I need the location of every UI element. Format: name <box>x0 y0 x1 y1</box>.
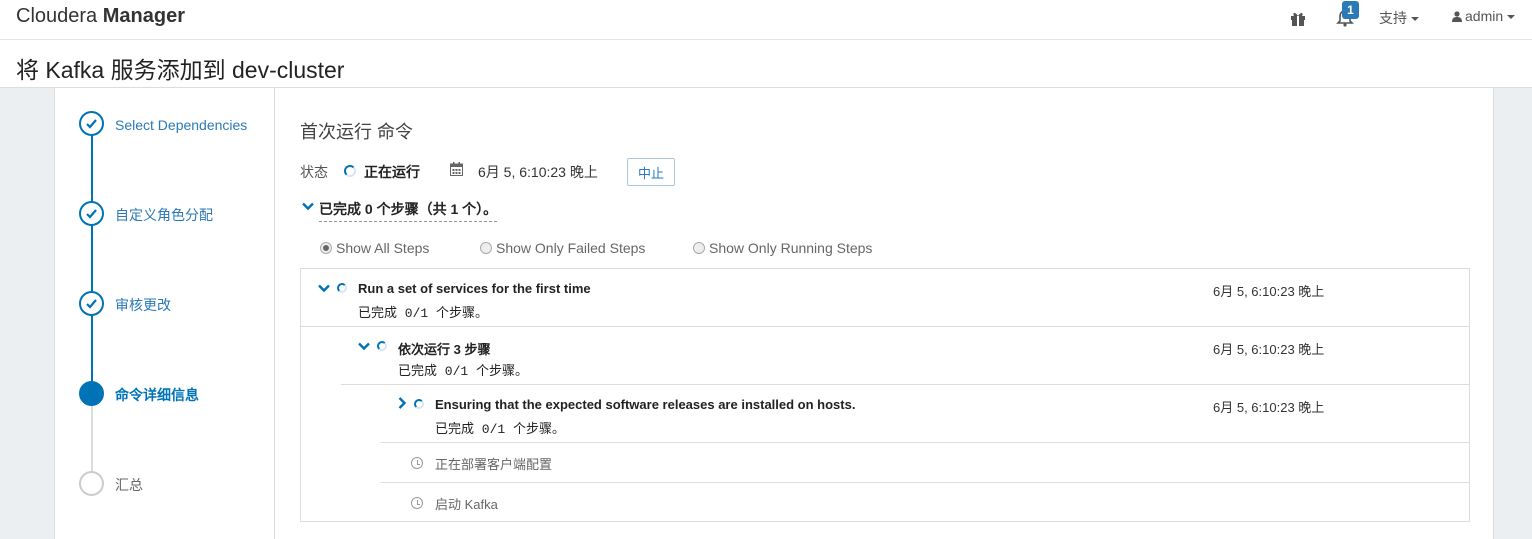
step-name: Run a set of services for the first time <box>358 281 591 296</box>
filter-all-label: Show All Steps <box>336 240 430 256</box>
active-step-icon <box>79 381 104 406</box>
status-label: 状态 <box>300 164 328 180</box>
step-name: 正在部署客户端配置 <box>435 457 553 472</box>
abort-button[interactable]: 中止 <box>627 158 675 186</box>
step-row: Ensuring that the expected software rele… <box>301 385 1469 443</box>
clock-icon <box>411 497 423 509</box>
gift-icon[interactable] <box>1290 10 1306 26</box>
wizard-progress-line <box>91 124 93 394</box>
app-logo[interactable]: Cloudera Manager <box>16 5 185 28</box>
step-time: 6月 5, 6:10:23 晚上 <box>1213 400 1325 415</box>
step-time: 6月 5, 6:10:23 晚上 <box>1213 342 1325 357</box>
filter-all-steps[interactable]: Show All Steps <box>320 240 429 256</box>
step-name: 依次运行 3 步骤 <box>398 342 491 357</box>
filter-running-label: Show Only Running Steps <box>709 240 873 256</box>
spinner-icon <box>344 165 356 177</box>
radio-icon <box>693 242 705 254</box>
wizard-step-label: 自定义角色分配 <box>115 207 213 223</box>
wizard-card: Select Dependencies 自定义角色分配 审核更改 命令详细信息 … <box>54 88 1494 539</box>
clock-icon <box>411 457 423 469</box>
user-label: admin <box>1465 8 1504 24</box>
step-progress: 已完成 0/1 个步骤。 <box>398 364 529 379</box>
pending-step-icon <box>79 471 104 496</box>
step-row: Run a set of services for the first time… <box>301 269 1469 327</box>
support-label: 支持 <box>1379 10 1407 26</box>
filter-failed-label: Show Only Failed Steps <box>496 240 646 256</box>
wizard-step-label: 审核更改 <box>115 297 171 313</box>
steps-summary: 已完成 0 个步骤（共 1 个）。 <box>319 199 498 222</box>
wizard-step-label: 命令详细信息 <box>115 387 199 403</box>
status-row: 状态 正在运行 6月 5, 6:10:23 晚上 中止 <box>300 158 900 186</box>
step-row: 依次运行 3 步骤 已完成 0/1 个步骤。 6月 5, 6:10:23 晚上 <box>301 327 1469 385</box>
page-header: 将 Kafka 服务添加到 dev-cluster <box>0 40 1532 88</box>
step-time: 6月 5, 6:10:23 晚上 <box>1213 284 1325 299</box>
step-progress: 已完成 0/1 个步骤。 <box>358 306 489 321</box>
notification-badge[interactable]: 1 <box>1342 1 1359 19</box>
chevron-down-icon <box>1411 17 1419 22</box>
brand-light: Cloudera <box>16 5 98 27</box>
steps-table: Run a set of services for the first time… <box>300 268 1470 522</box>
brand-bold: Manager <box>102 5 185 27</box>
check-icon <box>79 201 104 226</box>
filter-failed-steps[interactable]: Show Only Failed Steps <box>480 240 645 256</box>
step-name: 启动 Kafka <box>435 497 498 512</box>
status-time: 6月 5, 6:10:23 晚上 <box>478 164 598 180</box>
chevron-right-icon[interactable] <box>398 397 407 409</box>
radio-selected-icon <box>320 242 332 254</box>
command-details: 首次运行 命令 状态 正在运行 6月 5, 6:10:23 晚上 中止 已完成 … <box>300 88 1470 539</box>
step-name: Ensuring that the expected software rele… <box>435 397 856 412</box>
user-icon <box>1452 11 1462 22</box>
step-progress: 已完成 0/1 个步骤。 <box>435 422 566 437</box>
page-title: 将 Kafka 服务添加到 dev-cluster <box>16 57 345 83</box>
support-menu[interactable]: 支持 <box>1379 8 1419 28</box>
wizard-step-label: Select Dependencies <box>115 117 248 133</box>
calendar-icon <box>450 162 463 176</box>
command-title: 首次运行 命令 <box>300 122 414 142</box>
user-menu[interactable]: admin <box>1452 8 1516 24</box>
step-row: 启动 Kafka <box>301 483 1469 521</box>
chevron-down-icon <box>1507 15 1516 20</box>
chevron-down-icon[interactable] <box>358 342 370 351</box>
spinner-icon <box>337 283 347 293</box>
spinner-icon <box>377 341 387 351</box>
top-navbar: Cloudera Manager 1 支持 admin <box>0 0 1532 40</box>
filter-running-steps[interactable]: Show Only Running Steps <box>693 240 872 256</box>
spinner-icon <box>414 399 424 409</box>
radio-icon <box>480 242 492 254</box>
step-row: 正在部署客户端配置 <box>301 443 1469 483</box>
status-value: 正在运行 <box>364 164 420 180</box>
check-icon <box>79 111 104 136</box>
wizard-steps: Select Dependencies 自定义角色分配 审核更改 命令详细信息 … <box>55 88 275 539</box>
wizard-step-label: 汇总 <box>115 477 143 493</box>
check-icon <box>79 291 104 316</box>
chevron-down-icon <box>302 202 314 211</box>
chevron-down-icon[interactable] <box>318 284 330 293</box>
